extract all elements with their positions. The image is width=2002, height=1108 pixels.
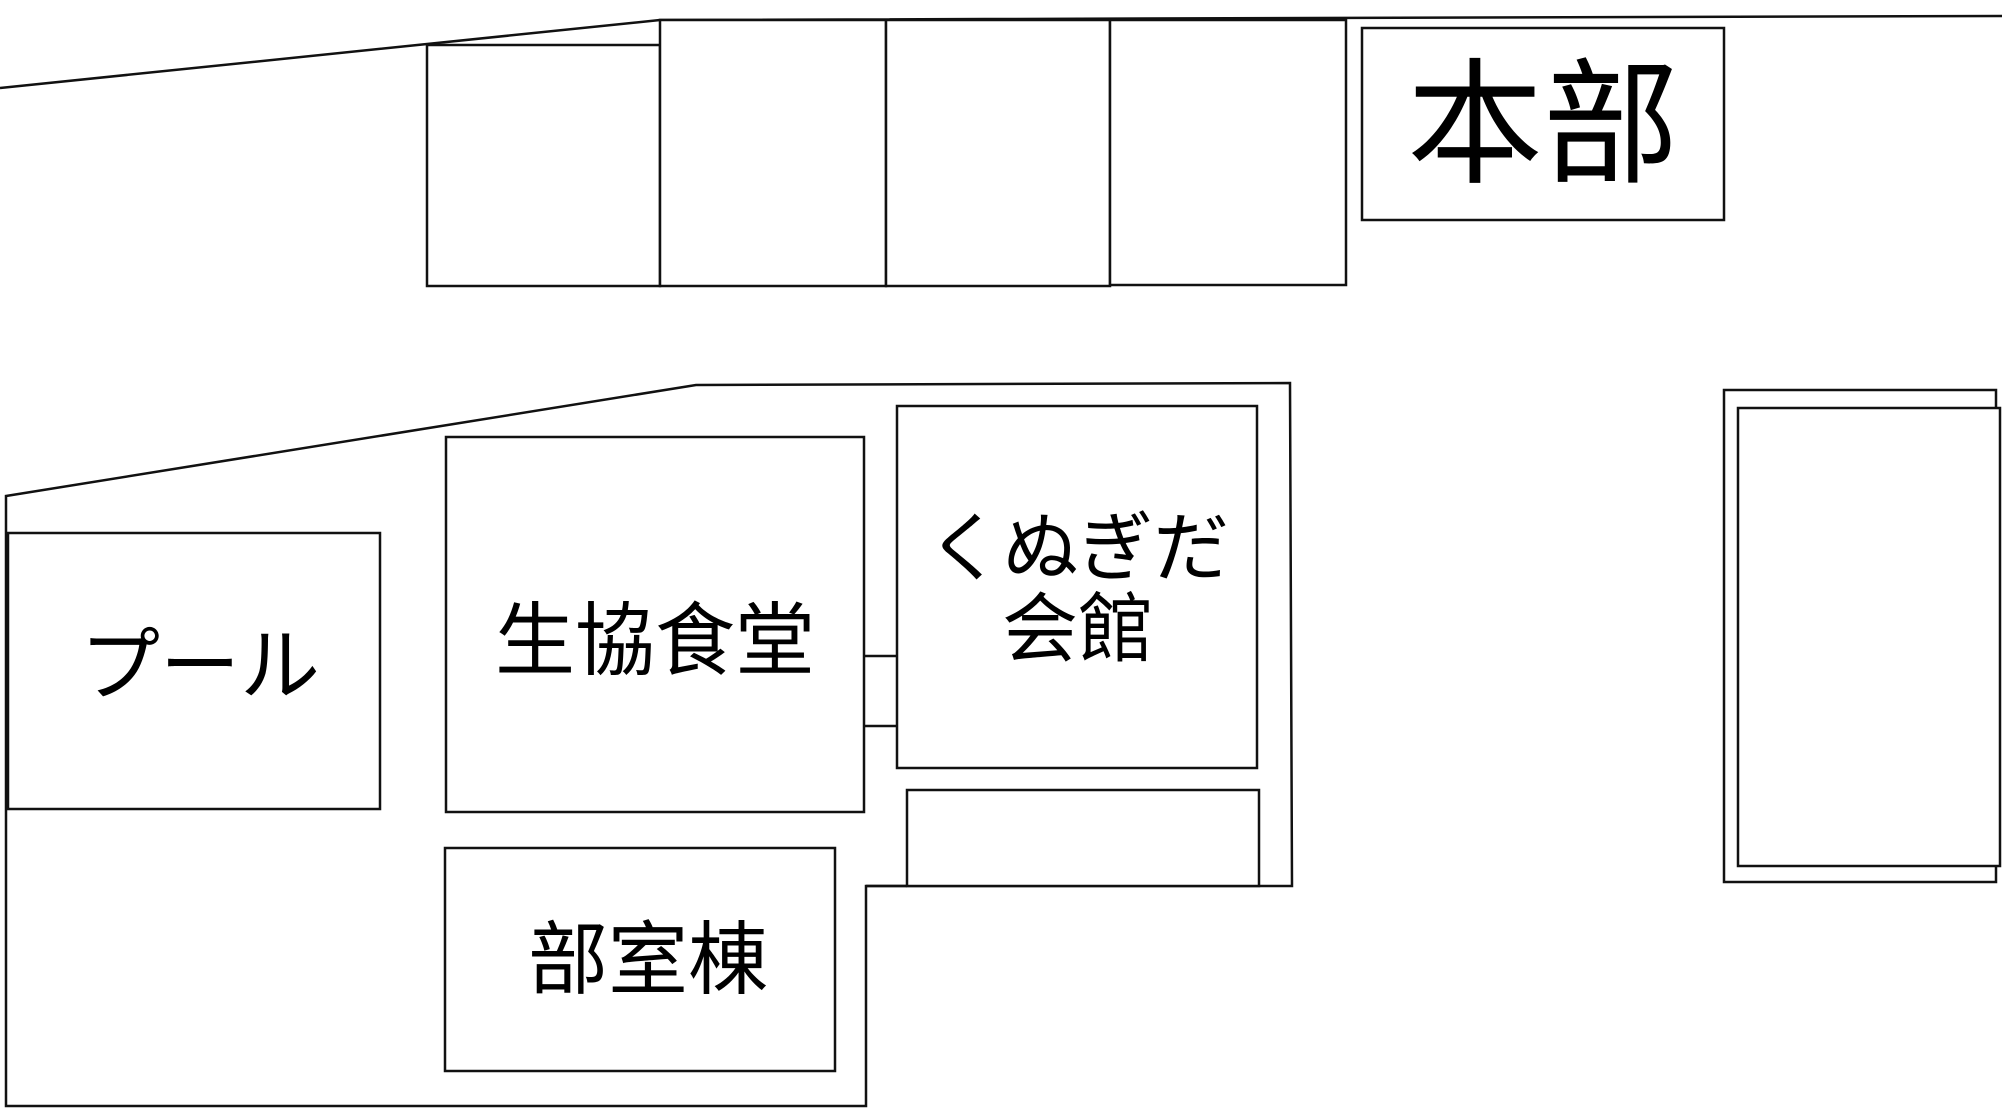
- building-top-2[interactable]: [658, 18, 888, 288]
- building-pool[interactable]: プール: [6, 531, 382, 811]
- building-club[interactable]: 部室棟: [443, 846, 837, 1073]
- club-building-label: 部室棟: [528, 914, 768, 1007]
- top-building-row: [425, 18, 1348, 288]
- building-honbu[interactable]: 本部: [1360, 26, 1726, 222]
- kumegida-hall-label-line2: 会館: [1002, 585, 1154, 674]
- building-right-inner: [1736, 406, 2002, 868]
- building-top-1[interactable]: [425, 43, 662, 288]
- honbu-label: 本部: [1407, 47, 1679, 205]
- building-top-4[interactable]: [1108, 18, 1348, 287]
- building-coop-cafeteria[interactable]: 生協食堂: [444, 435, 866, 814]
- coop-cafeteria-label: 生協食堂: [495, 595, 815, 688]
- building-annex[interactable]: [905, 788, 1261, 888]
- pool-label: プール: [80, 620, 320, 713]
- building-right[interactable]: [1722, 388, 2002, 884]
- building-top-3[interactable]: [884, 18, 1112, 288]
- building-kumegida-hall[interactable]: くぬぎだ 会館: [895, 404, 1259, 770]
- campus-map: 本部 プール 生協食堂 くぬぎだ 会館 部室棟: [0, 14, 2002, 1108]
- kumegida-hall-label-line1: くぬぎだ: [927, 504, 1229, 593]
